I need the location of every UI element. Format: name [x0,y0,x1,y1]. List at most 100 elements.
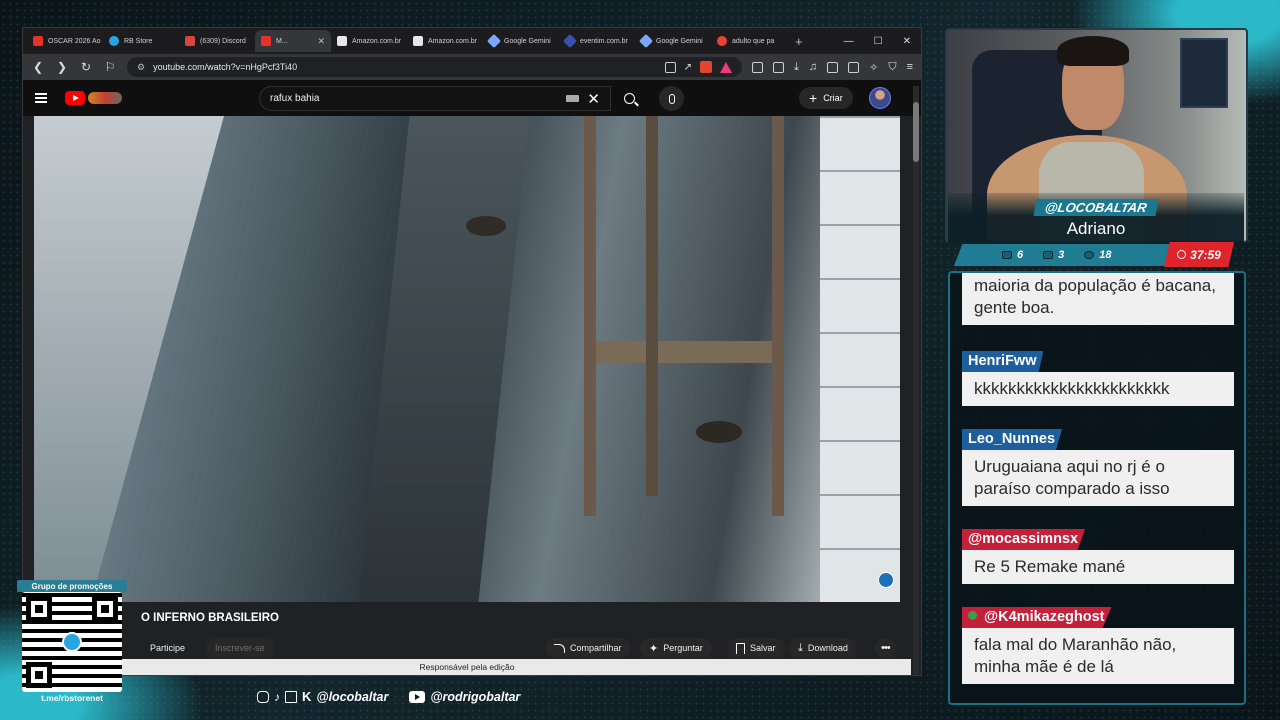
browser-tab[interactable]: (6309) Discord [179,30,255,52]
url-field[interactable]: ⚙ youtube.com/watch?v=nHgPcf3Ti40 ↗ [127,57,742,77]
webcam-person-hair [1057,36,1129,66]
chat-message: @mocassimnsx Re 5 Remake mané [962,529,1234,584]
amazon-favicon-icon [413,36,423,46]
channel-title[interactable]: O INFERNO BRASILEIRO [141,612,279,624]
promo-title: Grupo de promoções [17,580,127,592]
cast-icon[interactable] [664,61,676,73]
timer-value: 37:59 [1190,247,1221,262]
leo-ai-icon[interactable]: ✧ [869,61,878,74]
new-tab-icon[interactable]: + [787,34,811,49]
chat-message: maioria da população é bacana, gente boa… [962,273,1234,325]
forward-icon[interactable]: ❯ [55,60,69,74]
browser-tab[interactable]: Amazon.com.br [407,30,483,52]
wallet-icon[interactable] [848,61,860,73]
bookmark-icon[interactable]: ⚐ [103,60,117,74]
more-icon: ••• [881,642,891,654]
brave-rewards-icon[interactable] [719,61,732,73]
gemini-favicon-icon [486,33,502,49]
close-tab-icon[interactable]: ✕ [317,36,325,47]
hamburger-menu-icon[interactable] [35,93,47,103]
sidebar-icon[interactable] [827,61,839,73]
tab-label: Amazon.com.br [352,37,402,45]
stat-messages-count: 6 [1017,249,1024,261]
search-box[interactable]: rafux bahia ✕ [259,86,611,111]
save-button[interactable]: Salvar [727,638,785,658]
download-arrow-icon: ⤓ [798,641,803,654]
bookmark-save-icon [736,642,745,654]
scrollbar-thumb[interactable] [913,102,919,162]
tooltip: Responsável pela edição [23,659,911,675]
browser-tab[interactable]: adulto que pa [711,30,787,52]
badge-icon [968,611,977,620]
video-frame-rat [696,421,742,443]
channel-watermark-icon[interactable] [878,572,894,588]
chat-username: @K4mikazeghost [984,609,1105,625]
qr-code [22,592,122,692]
window-controls: — ☐ ✕ [844,36,921,47]
video-player[interactable] [34,116,900,602]
download-button[interactable]: ⤓ Download [789,638,857,658]
extensions-icon[interactable] [751,61,763,73]
tab-label: Google Gemini [504,37,551,45]
search-button[interactable] [611,86,647,111]
music-icon[interactable]: ♫ [809,61,817,73]
page-scrollbar[interactable] [913,86,919,674]
screenshot-icon[interactable] [772,61,784,73]
search-input[interactable]: rafux bahia [270,93,566,104]
subscribe-button[interactable]: Inscrever-se [206,638,274,658]
minimize-icon[interactable]: — [844,36,854,47]
create-button[interactable]: + Criar [799,87,853,109]
share-button[interactable]: Compartilhar [545,638,631,658]
keyboard-icon[interactable] [566,95,580,102]
sparkle-icon: ✦ [649,642,659,655]
download-label: Download [807,643,848,653]
tab-bar: OSCAR 2026 Ao RB Store (6309) Discord M.… [23,28,921,54]
maximize-icon[interactable]: ☐ [874,36,883,47]
youtube-logo[interactable] [65,91,122,105]
youtube-doodle-icon [88,92,122,104]
voice-search-button[interactable] [659,86,684,111]
browser-tab[interactable]: Google Gemini [483,30,559,52]
menu-icon[interactable]: ≡ [907,61,913,73]
chat-message-text: fala mal do Maranhão não, minha mãe é de… [962,628,1234,684]
video-frame-rat [466,216,506,236]
browser-tab[interactable]: eventim.com.br [559,30,635,52]
download-icon[interactable]: ⤓ [794,61,799,74]
streamer-nameplate: @LOCOBALTAR Adriano [948,193,1244,243]
site-info-icon[interactable]: ⚙ [137,62,145,73]
brave-shield-icon[interactable] [699,61,712,73]
more-actions-button[interactable]: ••• [875,638,896,658]
qr-corner [26,662,52,688]
account-avatar[interactable] [869,87,891,109]
tab-label: (6309) Discord [200,37,246,45]
chat-bubble-icon [1002,251,1012,259]
join-button[interactable]: Participe [141,638,194,658]
back-icon[interactable]: ❮ [31,60,45,74]
browser-tab[interactable]: OSCAR 2026 Ao [27,30,103,52]
google-favicon-icon [717,36,727,46]
viewers-icon [1084,251,1095,259]
stat-youtube-count: 3 [1058,249,1065,261]
social-handle-2: @rodrigobaltar [430,689,521,704]
chat-message: Leo_Nunnes Uruguaiana aqui no rj é o par… [962,429,1234,506]
youtube-icon [1043,251,1054,259]
share-label: Compartilhar [570,643,622,653]
search-icon [623,93,635,104]
browser-tab[interactable]: Amazon.com.br [331,30,407,52]
share-page-icon[interactable]: ↗ [684,62,692,73]
browser-tab[interactable]: RB Store [103,30,179,52]
youtube-favicon-icon [33,36,43,46]
browser-tab[interactable]: Google Gemini [635,30,711,52]
clear-search-icon[interactable]: ✕ [587,90,600,108]
ask-button[interactable]: ✦ Perguntar [640,638,712,658]
browser-tab-active[interactable]: M... ✕ [255,30,331,52]
stat-other-count: 18 [1099,249,1112,261]
close-window-icon[interactable]: ✕ [903,36,911,47]
stat-youtube: 3 [1043,249,1064,261]
twitch-icon [285,690,297,703]
vpn-icon[interactable]: ⛉ [888,61,896,74]
youtube-icon [409,690,426,703]
tab-label: eventim.com.br [580,37,628,45]
ask-label: Perguntar [663,643,703,653]
reload-icon[interactable]: ↻ [79,60,93,74]
